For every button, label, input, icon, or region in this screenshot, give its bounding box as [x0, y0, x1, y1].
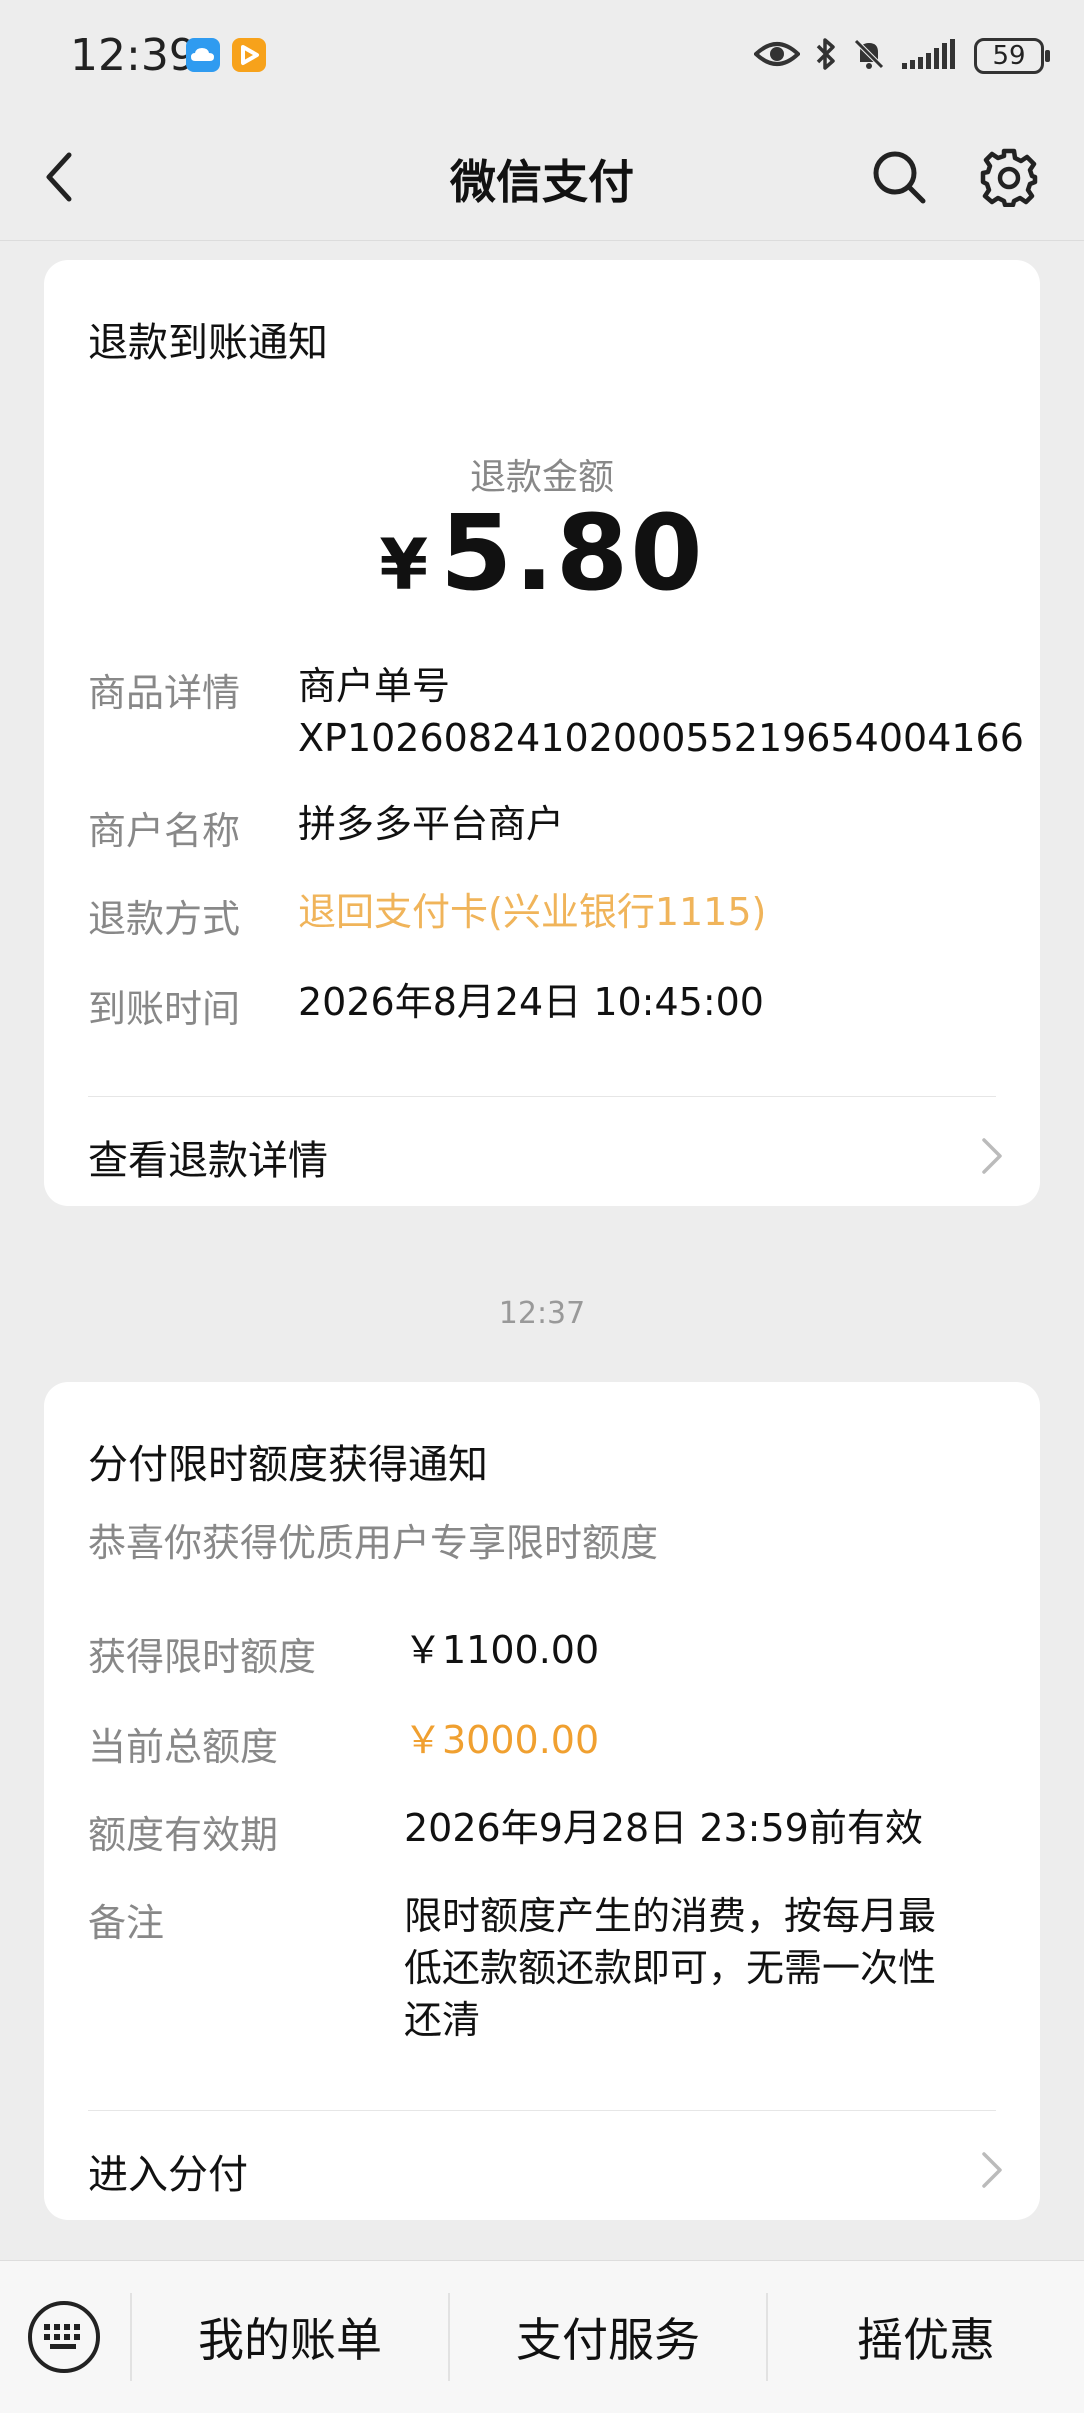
view-refund-details-label: 查看退款详情: [88, 1138, 328, 1184]
row-label-refund-method: 退款方式: [88, 897, 241, 941]
row-label-merchant: 商户名称: [88, 809, 241, 853]
chevron-right-icon: [982, 1138, 1002, 1174]
row-value-remark: 限时额度产生的消费，按每月最 低还款额还款即可，无需一次性 还清: [404, 1890, 936, 2046]
card-divider: [88, 2110, 996, 2111]
status-time: 12:39: [70, 30, 197, 81]
status-icons: 59: [753, 30, 1050, 82]
row-label-total-credit: 当前总额度: [88, 1725, 279, 1769]
mute-bell-icon: [852, 37, 886, 75]
battery-level: 59: [992, 41, 1026, 71]
refund-notification-card: 退款到账通知 退款金额 ¥5.80 商品详情 商户单号 XP1026082410…: [44, 260, 1040, 1206]
chevron-right-icon: [982, 2152, 1002, 2188]
credit-card-subtitle: 恭喜你获得优质用户专享限时额度: [88, 1521, 659, 1565]
row-label-validity: 额度有效期: [88, 1813, 279, 1857]
message-timestamp: 12:37: [498, 1296, 586, 1331]
eye-icon: [753, 38, 801, 74]
credit-card-title: 分付限时额度获得通知: [88, 1442, 488, 1488]
row-value-total-credit: ￥3000.00: [404, 1718, 600, 1762]
search-icon: [873, 151, 926, 204]
currency-symbol: ¥: [379, 524, 431, 606]
credit-notification-card: 分付限时额度获得通知 恭喜你获得优质用户专享限时额度 获得限时额度 ￥1100.…: [44, 1382, 1040, 2220]
refund-card-title: 退款到账通知: [88, 320, 328, 366]
battery-indicator: 59: [974, 38, 1050, 74]
refund-amount-value: 5.80: [440, 492, 705, 614]
menu-payment-services[interactable]: 支付服务: [450, 2261, 766, 2413]
settings-button[interactable]: [974, 142, 1044, 212]
row-value-limited-credit: ￥1100.00: [404, 1628, 600, 1672]
refund-amount: ¥5.80: [44, 492, 1040, 614]
search-button[interactable]: [864, 142, 934, 212]
row-value-merchant: 拼多多平台商户: [298, 802, 565, 846]
bottom-menu-bar: 我的账单 支付服务 摇优惠: [0, 2260, 1084, 2413]
bluetooth-icon: [814, 37, 838, 75]
menu-shake-deals[interactable]: 摇优惠: [768, 2261, 1084, 2413]
keyboard-toggle-button[interactable]: [28, 2301, 100, 2373]
menu-my-bills[interactable]: 我的账单: [132, 2261, 448, 2413]
order-label: 商户单号: [298, 664, 451, 708]
order-number: XP1026082410200055219654004166: [298, 716, 1024, 760]
remark-line: 低还款额还款即可，无需一次性: [404, 1946, 937, 1990]
nav-bar: 微信支付: [0, 112, 1084, 241]
row-label-product: 商品详情: [88, 671, 241, 715]
signal-icon: [900, 37, 960, 75]
card-divider: [88, 1096, 996, 1097]
row-value-arrival-time: 2026年8月24日 10:45:00: [298, 980, 764, 1024]
row-value-product: 商户单号 XP1026082410200055219654004166: [298, 660, 1024, 764]
row-value-validity: 2026年9月28日 23:59前有效: [404, 1806, 923, 1850]
row-label-remark: 备注: [88, 1901, 165, 1945]
row-value-refund-method: 退回支付卡(兴业银行1115): [298, 890, 767, 934]
enter-fenfu-label: 进入分付: [88, 2152, 248, 2198]
gear-icon: [980, 148, 1038, 207]
remark-line: 还清: [404, 1998, 481, 2042]
row-label-arrival-time: 到账时间: [88, 987, 241, 1031]
view-refund-details-link[interactable]: 查看退款详情: [44, 1102, 1040, 1206]
keyboard-icon: [44, 2324, 80, 2349]
cloud-app-icon: [186, 38, 220, 72]
enter-fenfu-link[interactable]: 进入分付: [44, 2116, 1040, 2220]
row-label-limited-credit: 获得限时额度: [88, 1635, 317, 1679]
remark-line: 限时额度产生的消费，按每月最: [404, 1894, 937, 1938]
video-app-icon: [232, 38, 266, 72]
status-bar: 12:39 59: [0, 0, 1084, 112]
